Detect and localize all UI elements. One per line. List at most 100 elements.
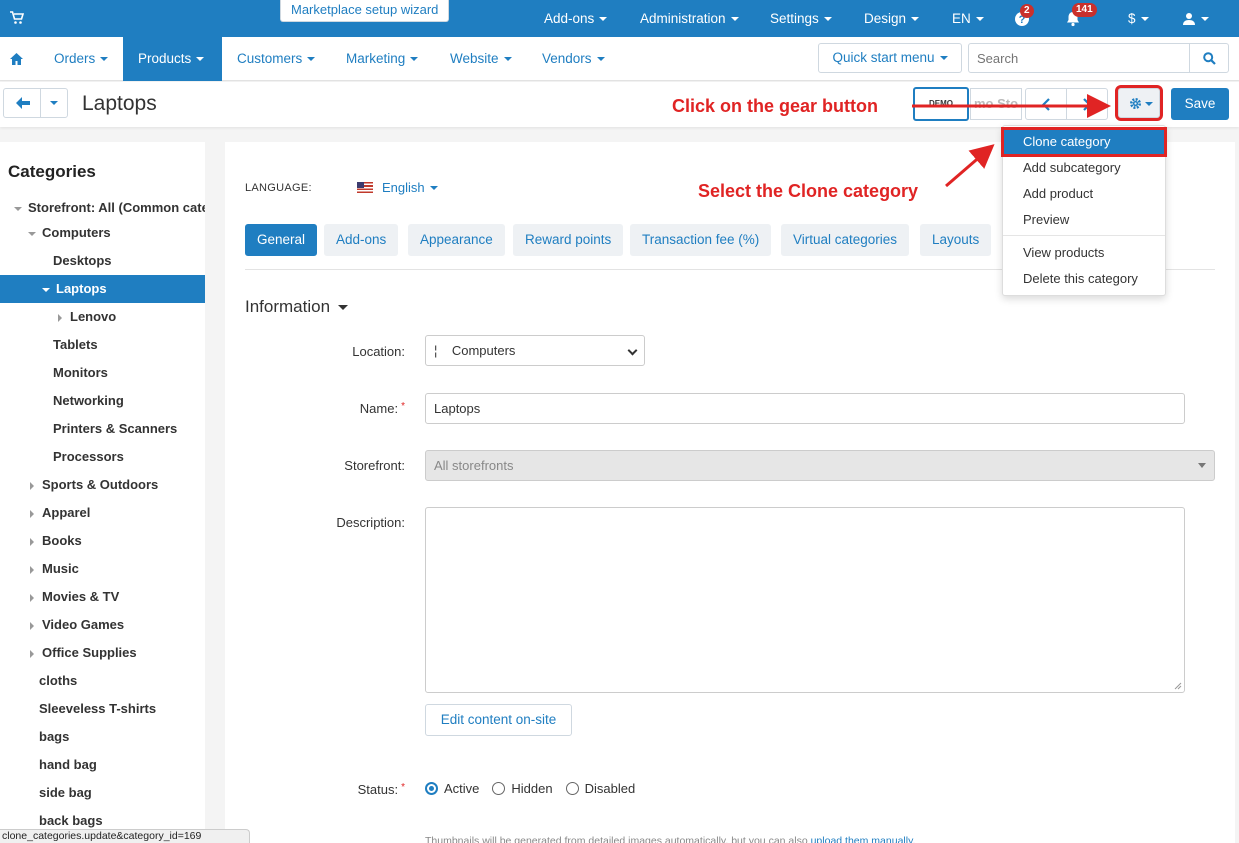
description-textarea[interactable] [425,507,1185,693]
menu-add-product[interactable]: Add product [1003,181,1165,207]
tree-item-computers[interactable]: Computers [0,219,205,247]
tree-item-sports[interactable]: Sports & Outdoors [0,471,205,499]
page-header: Laptops Click on the gear button DEMO ST… [0,82,1239,127]
tree-item-laptops[interactable]: Laptops [0,275,205,303]
resize-handle-icon[interactable] [1174,682,1182,690]
annotation-clone: Select the Clone category [698,181,919,201]
edit-content-on-site-button[interactable]: Edit content on-site [425,704,572,736]
status-url-bar: clone_categories.update&category_id=169 [0,829,250,843]
annotation-gear: Click on the gear button [672,96,879,116]
tree-item-sleeveless[interactable]: Sleeveless T-shirts [0,695,205,723]
tab-reward-points[interactable]: Reward points [513,224,624,256]
name-label: Name: * [359,401,405,416]
tab-layouts[interactable]: Layouts [920,224,992,256]
back-dropdown-button[interactable] [40,88,68,118]
search-input[interactable] [968,43,1190,73]
name-input[interactable]: Laptops [425,393,1185,424]
tree-item-side-bag[interactable]: side bag [0,779,205,807]
menu-delete-category[interactable]: Delete this category [1003,266,1165,292]
us-flag-icon [357,182,373,193]
language-label: LANGUAGE: [245,182,312,194]
top-bar: Marketplace setup wizard Add-ons Adminis… [0,0,1239,37]
nav-products[interactable]: Products [123,37,222,81]
next-category-button[interactable] [1066,88,1108,120]
help-button[interactable]: ? 2 [1014,0,1034,37]
description-label: Description: [336,515,405,530]
page-title: Laptops [82,92,157,115]
tree-item-printers[interactable]: Printers & Scanners [0,415,205,443]
user-icon [1183,12,1195,25]
tree-item-tablets[interactable]: Tablets [0,331,205,359]
save-button[interactable]: Save [1171,88,1229,120]
quick-start-menu-button[interactable]: Quick start menu [818,43,962,73]
tree-item-networking[interactable]: Networking [0,387,205,415]
tab-transaction-fee[interactable]: Transaction fee (%) [630,224,772,256]
storefront-preview-button[interactable]: DEMO STORE [913,87,969,121]
topnav-administration[interactable]: Administration [640,0,739,37]
home-button[interactable] [0,37,33,81]
tree-item-hand-bag[interactable]: hand bag [0,751,205,779]
nav-website[interactable]: Website [450,37,512,81]
topnav-addons[interactable]: Add-ons [544,0,608,37]
tree-item-monitors[interactable]: Monitors [0,359,205,387]
tree-item-desktops[interactable]: Desktops [0,247,205,275]
notifications-badge: 141 [1072,3,1097,17]
location-label: Location: [352,344,405,359]
cart-icon[interactable] [10,11,24,25]
thumbnails-note: Thumbnails will be generated from detail… [425,835,915,843]
tree-item-video-games[interactable]: Video Games [0,611,205,639]
tab-appearance[interactable]: Appearance [408,224,505,256]
home-icon [10,53,23,65]
status-label: Status: * [357,782,405,797]
menu-add-subcategory[interactable]: Add subcategory [1003,155,1165,181]
status-hidden-radio[interactable] [492,782,506,795]
notifications-button[interactable]: 141 [1065,0,1097,37]
tree-item-storefront[interactable]: Storefront: All (Common categories) [0,194,205,222]
tree-item-cloths[interactable]: cloths [0,667,205,695]
back-button[interactable] [3,88,41,118]
tree-item-books[interactable]: Books [0,527,205,555]
tree-item-lenovo[interactable]: Lenovo [0,303,205,331]
nav-vendors[interactable]: Vendors [542,37,605,81]
tree-item-processors[interactable]: Processors [0,443,205,471]
menu-preview[interactable]: Preview [1003,207,1165,233]
storefront-select[interactable]: All storefronts [425,450,1215,481]
menu-divider [1003,235,1165,236]
tab-addons[interactable]: Add-ons [324,224,399,256]
storefront-label: Storefront: [344,458,405,473]
status-disabled-radio[interactable] [565,782,579,795]
tree-item-office-supplies[interactable]: Office Supplies [0,639,205,667]
storefront-preview-button-2[interactable]: mo Sto [970,88,1022,120]
nav-customers[interactable]: Customers [237,37,316,81]
location-select[interactable]: ¦ Computers [425,335,645,366]
nav-orders[interactable]: Orders [54,37,109,81]
prev-category-button[interactable] [1025,88,1067,120]
gear-button[interactable] [1115,85,1163,121]
sidebar-title: Categories [8,162,96,181]
language-select[interactable]: English [357,180,438,195]
topnav-design[interactable]: Design [864,0,920,37]
tab-general[interactable]: General [245,224,318,256]
gear-dropdown-menu: Clone category Add subcategory Add produ… [1001,125,1167,296]
section-information[interactable]: Information [245,297,349,317]
topnav-settings[interactable]: Settings [770,0,832,37]
status-active-radio[interactable] [425,782,438,795]
search-button[interactable] [1189,43,1229,73]
tree-item-music[interactable]: Music [0,555,205,583]
tree-item-bags[interactable]: bags [0,723,205,751]
tab-virtual-categories[interactable]: Virtual categories [781,224,910,256]
user-menu[interactable] [1182,0,1209,37]
chevron-left-icon [1042,98,1050,111]
help-badge: 2 [1020,4,1034,18]
marketplace-wizard-button[interactable]: Marketplace setup wizard [280,0,450,22]
tree-item-apparel[interactable]: Apparel [0,499,205,527]
menu-view-products[interactable]: View products [1003,240,1165,266]
topnav-language[interactable]: EN [952,0,984,37]
menu-clone-category[interactable]: Clone category [1001,127,1167,157]
tree-item-movies[interactable]: Movies & TV [0,583,205,611]
search-icon [1203,52,1216,65]
upload-manually-link[interactable]: upload them manually. [811,835,916,843]
currency-menu[interactable]: $ [1128,0,1149,37]
gear-icon [1130,98,1141,109]
nav-marketing[interactable]: Marketing [346,37,419,81]
